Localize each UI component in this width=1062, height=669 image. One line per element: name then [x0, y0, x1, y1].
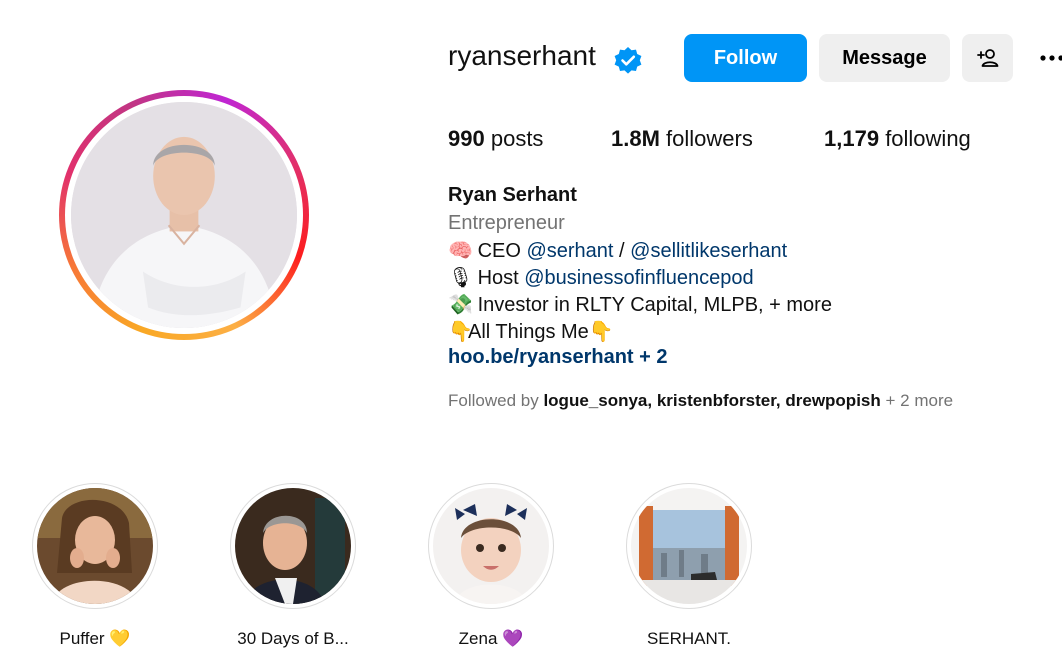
- bio-line-all-things: 👇All Things Me👇: [448, 319, 614, 344]
- pointing-down-emoji: 👇: [588, 321, 614, 343]
- money-emoji: 💸: [448, 294, 473, 316]
- highlight-ring: [626, 483, 752, 609]
- bio-line-host: 🎙 Host @businessofinfluencepod: [448, 265, 754, 290]
- bio-line-host-prefix: Host: [477, 267, 519, 289]
- bio-url-more: + 2: [639, 346, 668, 368]
- businessofinfluencepod-mention-link[interactable]: @businessofinfluencepod: [524, 267, 753, 289]
- brain-emoji: 🧠: [448, 240, 473, 262]
- followed-by-user[interactable]: logue_sonya: [543, 391, 647, 410]
- posts-label: posts: [490, 126, 544, 151]
- highlight-cover-image: [433, 488, 549, 604]
- followers-label: followers: [666, 126, 753, 151]
- highlight-cover: [37, 488, 153, 604]
- profile-avatar: [71, 102, 297, 328]
- followed-by-summary[interactable]: Followed by logue_sonya, kristenbforster…: [448, 391, 953, 411]
- highlight-label: SERHANT.: [646, 629, 732, 648]
- pointing-down-emoji: 👇: [448, 321, 473, 343]
- add-user-icon: [976, 49, 998, 67]
- highlight-ring: [428, 483, 554, 609]
- highlight-item[interactable]: Zena 💜: [428, 483, 554, 648]
- bio-url-text: hoo.be/ryanserhant: [448, 346, 634, 368]
- profile-avatar-frame: [65, 96, 303, 334]
- suggested-users-button[interactable]: [962, 34, 1013, 82]
- highlight-cover: [433, 488, 549, 604]
- profile-avatar-ring[interactable]: [59, 90, 309, 340]
- bio-category: Entrepreneur: [448, 212, 565, 234]
- highlight-item[interactable]: 30 Days of B...: [230, 483, 356, 648]
- bio-full-name: Ryan Serhant: [448, 184, 577, 206]
- more-options-icon[interactable]: [1040, 52, 1062, 64]
- bio-line-investor-text: Investor in RLTY Capital, MLPB, + more: [477, 294, 832, 316]
- serhant-mention-link[interactable]: @serhant: [526, 240, 613, 262]
- bio-line-ceo: 🧠 CEO @serhant / @sellitlikeserhant: [448, 238, 787, 263]
- bio-separator: /: [619, 240, 625, 262]
- bio-line-ceo-prefix: CEO: [477, 240, 521, 262]
- highlight-ring: [32, 483, 158, 609]
- bio-line-all-things-text: All Things Me: [468, 321, 589, 343]
- followed-by-prefix: Followed by: [448, 391, 539, 410]
- highlight-cover: [631, 488, 747, 604]
- profile-avatar-image: [71, 102, 297, 328]
- following-count: 1,179: [824, 126, 880, 151]
- microphone-emoji: 🎙: [448, 267, 474, 289]
- highlight-cover-image: [631, 488, 747, 604]
- highlight-cover: [235, 488, 351, 604]
- bio-external-link[interactable]: hoo.be/ryanserhant + 2: [448, 346, 668, 369]
- follow-button[interactable]: Follow: [684, 34, 807, 82]
- posts-count: 990: [448, 126, 485, 151]
- verified-badge-icon: [614, 47, 642, 74]
- highlight-label: 30 Days of B...: [237, 629, 349, 648]
- message-button[interactable]: Message: [819, 34, 950, 82]
- highlight-cover-image: [37, 488, 153, 604]
- highlight-cover-image: [235, 488, 351, 604]
- followed-by-user[interactable]: kristenbforster: [657, 391, 776, 410]
- followed-by-user[interactable]: drewpopish: [785, 391, 880, 410]
- bio-line-investor: 💸 Investor in RLTY Capital, MLPB, + more: [448, 292, 832, 317]
- followers-count: 1.8M: [611, 126, 660, 151]
- followers-count-stat[interactable]: 1.8M followers: [611, 126, 753, 152]
- following-count-stat[interactable]: 1,179 following: [824, 126, 971, 152]
- posts-count-stat: 990 posts: [448, 126, 543, 152]
- profile-username: ryanserhant: [448, 40, 596, 71]
- followed-by-more: + 2 more: [885, 391, 954, 410]
- sellitlikeserhant-mention-link[interactable]: @sellitlikeserhant: [630, 240, 787, 262]
- highlight-label: Zena 💜: [458, 629, 524, 648]
- highlight-item[interactable]: SERHANT.: [626, 483, 752, 648]
- highlight-ring: [230, 483, 356, 609]
- following-label: following: [885, 126, 971, 151]
- highlight-label: Puffer 💛: [59, 629, 131, 648]
- highlight-item[interactable]: Puffer 💛: [32, 483, 158, 648]
